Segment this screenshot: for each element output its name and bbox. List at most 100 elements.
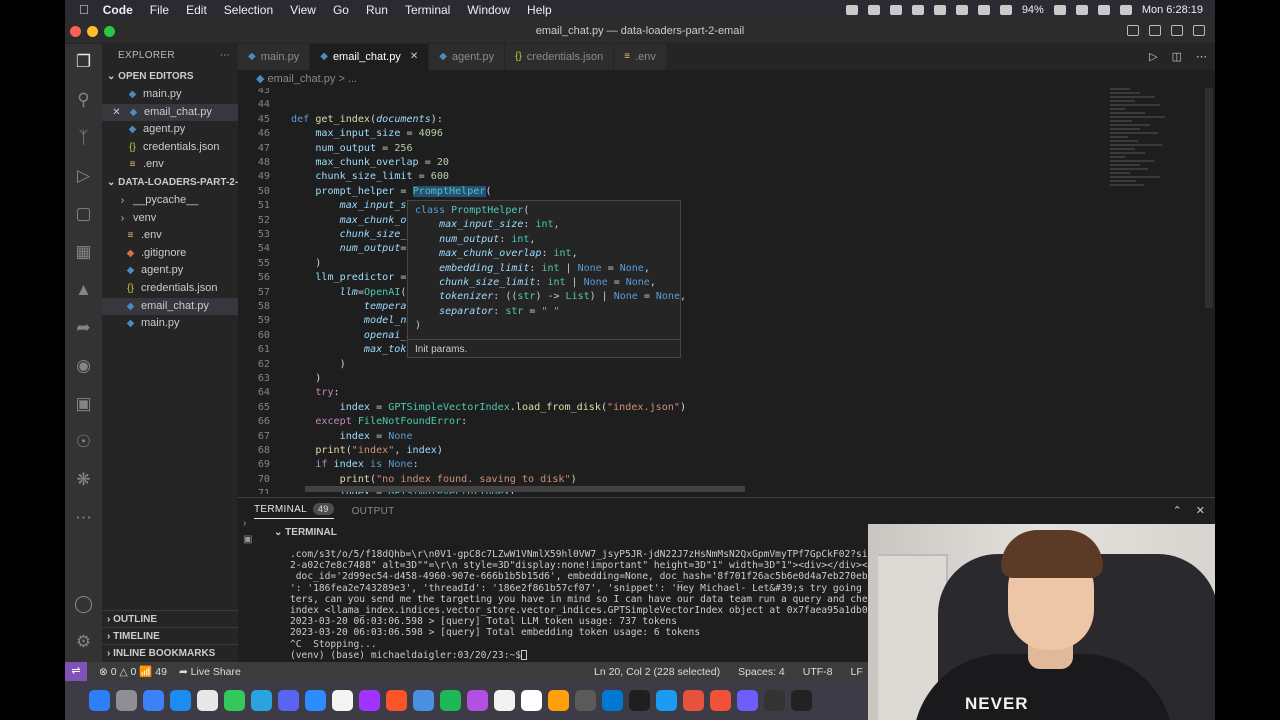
swift-icon[interactable] [710, 690, 731, 711]
remote-indicator-icon[interactable]: ⇌ [65, 662, 87, 681]
extensions-icon[interactable]: ▦ [74, 242, 93, 261]
menu-terminal[interactable]: Terminal [405, 3, 450, 17]
maximize-panel-icon[interactable]: ⌃ [1173, 504, 1182, 517]
podcasts-icon[interactable] [467, 690, 488, 711]
vscode-icon[interactable] [602, 690, 623, 711]
app-icon[interactable] [791, 690, 812, 711]
tree-item[interactable]: › venv [102, 210, 238, 228]
run-debug-icon[interactable]: ▷ [74, 166, 93, 185]
menu-go[interactable]: Go [333, 3, 349, 17]
live-share-icon[interactable]: ➦ [74, 318, 93, 337]
toggle-secondary-sidebar-icon[interactable] [1171, 25, 1183, 36]
messages-icon[interactable] [224, 690, 245, 711]
menubar-clock[interactable]: Mon 6:28:19 [1142, 4, 1203, 16]
spotify-icon[interactable] [440, 690, 461, 711]
testing-icon[interactable]: ▲ [74, 280, 93, 299]
control-center-icon[interactable] [1119, 4, 1132, 15]
outline-section[interactable]: › OUTLINE [102, 610, 238, 627]
notes-icon[interactable] [521, 690, 542, 711]
tree-item[interactable]: ◆ .gitignore [102, 245, 238, 263]
tree-item[interactable]: {} credentials.json [102, 280, 238, 298]
app-icon[interactable] [143, 690, 164, 711]
telegram-icon[interactable] [251, 690, 272, 711]
app-icon[interactable] [494, 690, 515, 711]
toggle-panel-icon[interactable] [1149, 25, 1161, 36]
code-editor[interactable]: 43 44 45 def get_index(documents): 46 max… [238, 88, 1180, 494]
battery-icon[interactable] [1053, 4, 1066, 15]
open-editor-item[interactable]: ◆ main.py [102, 86, 238, 104]
customize-layout-icon[interactable] [1193, 25, 1205, 36]
more-actions-icon[interactable]: ⋯ [220, 44, 230, 68]
source-control-icon[interactable]: ᛉ [74, 128, 93, 147]
project-folder-section[interactable]: ⌄ DATA-LOADERS-PART-2-... [102, 174, 238, 192]
status-icon[interactable] [889, 4, 902, 15]
wifi-icon[interactable] [1075, 4, 1088, 15]
close-tab-icon[interactable]: ✕ [410, 44, 418, 70]
close-panel-icon[interactable]: ✕ [1196, 504, 1205, 517]
tab-output[interactable]: OUTPUT [352, 506, 395, 517]
tab-email-chat-py[interactable]: ◆ email_chat.py ✕ [310, 44, 430, 70]
tree-item[interactable]: ≡ .env [102, 227, 238, 245]
split-editor-icon[interactable]: ◫ [1172, 50, 1182, 63]
menu-file[interactable]: File [150, 3, 169, 17]
more-icon[interactable]: ⋯ [74, 508, 93, 527]
app-icon[interactable] [413, 690, 434, 711]
status-icon[interactable] [955, 4, 968, 15]
live-share-status[interactable]: ➦ Live Share [179, 666, 241, 678]
open-editor-item[interactable]: ✕ ◆ email_chat.py [102, 103, 238, 122]
minimap[interactable] [1110, 88, 1170, 258]
toggle-sidebar-icon[interactable] [1127, 25, 1139, 36]
status-icon[interactable] [845, 4, 858, 15]
finder-icon[interactable] [89, 690, 110, 711]
tab-terminal[interactable]: TERMINAL 49 [254, 502, 334, 519]
chrome-icon[interactable] [332, 690, 353, 711]
breadcrumb-rest[interactable]: > ... [338, 73, 357, 85]
photos-icon[interactable] [548, 690, 569, 711]
run-file-icon[interactable]: ▷ [1149, 50, 1157, 63]
menu-run[interactable]: Run [366, 3, 388, 17]
settings-gear-icon[interactable]: ⚙ [74, 632, 93, 651]
tab-main-py[interactable]: ◆ main.py [238, 44, 311, 70]
volume-icon[interactable] [977, 4, 990, 15]
open-editor-item[interactable]: {} credentials.json [102, 139, 238, 157]
tree-item[interactable]: ◆ agent.py [102, 262, 238, 280]
editor-vertical-scrollbar[interactable] [1205, 88, 1213, 308]
terminal-icon[interactable]: ▣ [243, 534, 265, 545]
tab-agent-py[interactable]: ◆ agent.py [429, 44, 506, 70]
chevron-right-icon[interactable]: › [243, 518, 265, 534]
tab-env[interactable]: ≡ .env [614, 44, 667, 70]
open-editor-item[interactable]: ◆ agent.py [102, 121, 238, 139]
brave-icon[interactable] [386, 690, 407, 711]
close-icon[interactable]: ✕ [110, 104, 123, 122]
apple-icon[interactable]:  [79, 2, 89, 17]
discord-icon[interactable] [278, 690, 299, 711]
end-of-line[interactable]: LF [851, 666, 863, 678]
cursor-position[interactable]: Ln 20, Col 2 (228 selected) [594, 666, 720, 678]
docker-icon[interactable]: ▣ [74, 394, 93, 413]
more-actions-icon[interactable]: ⋯ [1196, 50, 1207, 63]
status-icon[interactable] [933, 4, 946, 15]
terminal-icon[interactable] [629, 690, 650, 711]
tree-item[interactable]: ◆ main.py [102, 315, 238, 333]
menu-edit[interactable]: Edit [186, 3, 207, 17]
editor-horizontal-scrollbar[interactable] [305, 486, 745, 492]
bluetooth-icon[interactable] [999, 4, 1012, 15]
menu-selection[interactable]: Selection [224, 3, 273, 17]
account-icon[interactable]: ◯ [74, 594, 93, 613]
open-editor-item[interactable]: ≡ .env [102, 156, 238, 174]
search-icon[interactable]: ⚲ [74, 90, 93, 109]
terminal-output[interactable]: .com/s3t/o/5/f18dQhb=\r\n0V1-gpC8c7LZwW1… [290, 549, 920, 661]
open-editors-section[interactable]: ⌄ OPEN EDITORS [102, 68, 238, 86]
explorer-icon[interactable]: ❐ [74, 52, 93, 71]
zoom-icon[interactable] [305, 690, 326, 711]
search-icon[interactable] [1097, 4, 1110, 15]
status-icon[interactable] [867, 4, 880, 15]
remote-explorer-icon[interactable]: ▢ [74, 204, 93, 223]
app-icon[interactable] [359, 690, 380, 711]
tree-item[interactable]: ◆ email_chat.py [102, 297, 238, 316]
system-settings-icon[interactable] [116, 690, 137, 711]
database-icon[interactable]: ◉ [74, 356, 93, 375]
tab-credentials-json[interactable]: {} credentials.json [505, 44, 615, 70]
indentation[interactable]: Spaces: 4 [738, 666, 785, 678]
app-icon[interactable] [737, 690, 758, 711]
